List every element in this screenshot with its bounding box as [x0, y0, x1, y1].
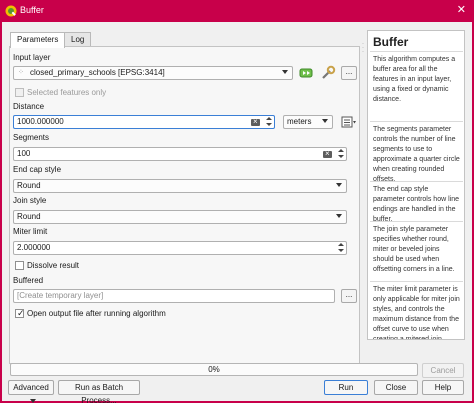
end-cap-combo[interactable]: Round [13, 179, 347, 193]
cancel-button-label: Cancel [430, 366, 456, 375]
close-button-label: Close [385, 383, 407, 392]
chevron-down-icon [336, 214, 342, 218]
chevron-down-icon [282, 70, 288, 74]
run-button[interactable]: Run [324, 380, 368, 395]
open-output-checkbox[interactable]: ✓ [15, 308, 25, 318]
clear-distance-icon[interactable] [251, 116, 260, 128]
selected-features-label: Selected features only [27, 88, 107, 97]
buffered-options-button[interactable]: ... [341, 289, 357, 303]
distance-input[interactable]: 1000.000000 [13, 115, 275, 129]
buffered-placeholder: [Create temporary layer] [17, 291, 104, 300]
distance-unit-value: meters [287, 117, 312, 126]
tab-log-label: Log [71, 35, 85, 44]
title-bar[interactable]: Buffer ✕ [0, 0, 474, 22]
point-layer-icon: ⁘ [18, 69, 24, 76]
tab-parameters-label: Parameters [17, 35, 59, 44]
selected-features-checkbox[interactable] [15, 88, 24, 97]
progress-bar: 0% [10, 363, 418, 376]
help-divider [370, 181, 463, 182]
segments-spinner[interactable] [337, 149, 345, 159]
advanced-button-label: Advanced [13, 383, 49, 392]
parameters-panel: Input layer ⁘ closed_primary_schools [EP… [9, 46, 360, 364]
chevron-down-icon [336, 183, 342, 187]
splitter-handle[interactable]: · · · [362, 41, 365, 55]
help-divider [370, 221, 463, 222]
input-layer-label: Input layer [13, 53, 51, 62]
help-divider [370, 121, 463, 122]
progress-text: 0% [208, 365, 220, 374]
distance-spinner[interactable] [265, 117, 273, 127]
miter-limit-label: Miter limit [13, 227, 48, 236]
close-button[interactable]: Close [374, 380, 418, 395]
input-layer-combo[interactable]: ⁘ closed_primary_schools [EPSG:3414] [13, 66, 293, 80]
end-cap-value: Round [17, 181, 41, 190]
open-output-label: Open output file after running algorithm [27, 309, 166, 318]
segments-value: 100 [17, 149, 31, 158]
distance-label: Distance [13, 102, 45, 111]
close-window-icon[interactable]: ✕ [457, 3, 466, 16]
iterate-icon[interactable] [299, 66, 313, 80]
help-title: Buffer [373, 35, 409, 49]
segments-label: Segments [13, 133, 50, 142]
end-cap-label: End cap style [13, 165, 62, 174]
dialog-body: Parameters Log Input layer ⁘ closed_prim… [2, 22, 472, 405]
wrench-icon[interactable] [320, 65, 336, 81]
run-button-label: Run [338, 383, 354, 392]
join-style-label: Join style [13, 196, 47, 205]
segments-input[interactable]: 100 [13, 147, 347, 161]
help-paragraph: The miter limit parameter is only applic… [373, 286, 460, 340]
tab-log[interactable]: Log [64, 32, 92, 47]
dissolve-checkbox[interactable] [15, 261, 24, 270]
join-style-value: Round [17, 212, 41, 221]
help-paragraph: The segments parameter controls the numb… [373, 126, 460, 183]
buffered-output-input[interactable]: [Create temporary layer] [13, 289, 335, 303]
help-paragraph: This algorithm computes a buffer area fo… [373, 56, 456, 103]
help-button[interactable]: Help [422, 380, 464, 395]
cancel-button[interactable]: Cancel [422, 363, 464, 378]
help-divider [370, 51, 463, 52]
checkmark-icon: ✓ [17, 308, 25, 318]
join-style-combo[interactable]: Round [13, 210, 347, 224]
help-panel: Buffer This algorithm computes a buffer … [367, 30, 465, 340]
chevron-down-icon [29, 398, 36, 403]
window-title: Buffer [20, 5, 44, 15]
miter-limit-spinner[interactable] [337, 243, 345, 253]
tab-parameters[interactable]: Parameters [10, 32, 66, 48]
buffered-options-label: ... [345, 290, 353, 299]
qgis-logo-icon [5, 5, 17, 17]
help-paragraph: The end cap style parameter controls how… [373, 186, 459, 223]
run-batch-button-label: Run as Batch Process... [74, 383, 124, 405]
clear-segments-icon[interactable] [323, 148, 332, 160]
buffered-label: Buffered [13, 276, 44, 285]
distance-value: 1000.000000 [17, 117, 64, 126]
miter-limit-value: 2.000000 [17, 243, 51, 252]
input-layer-options-label: ... [345, 67, 353, 76]
dialog-window: Buffer ✕ Parameters Log Input layer ⁘ cl… [0, 0, 474, 405]
data-defined-override-icon[interactable] [341, 115, 357, 129]
miter-limit-input[interactable]: 2.000000 [13, 241, 347, 255]
help-button-label: Help [434, 383, 452, 392]
input-layer-value: closed_primary_schools [EPSG:3414] [30, 68, 165, 77]
help-divider [370, 281, 463, 282]
dissolve-label: Dissolve result [27, 261, 80, 270]
help-paragraph: The join style parameter specifies wheth… [373, 226, 455, 273]
chevron-down-icon [322, 119, 328, 123]
run-batch-button[interactable]: Run as Batch Process... [58, 380, 140, 405]
distance-unit-combo[interactable]: meters [283, 115, 333, 129]
advanced-button[interactable]: Advanced [8, 380, 54, 403]
input-layer-options-button[interactable]: ... [341, 66, 357, 80]
